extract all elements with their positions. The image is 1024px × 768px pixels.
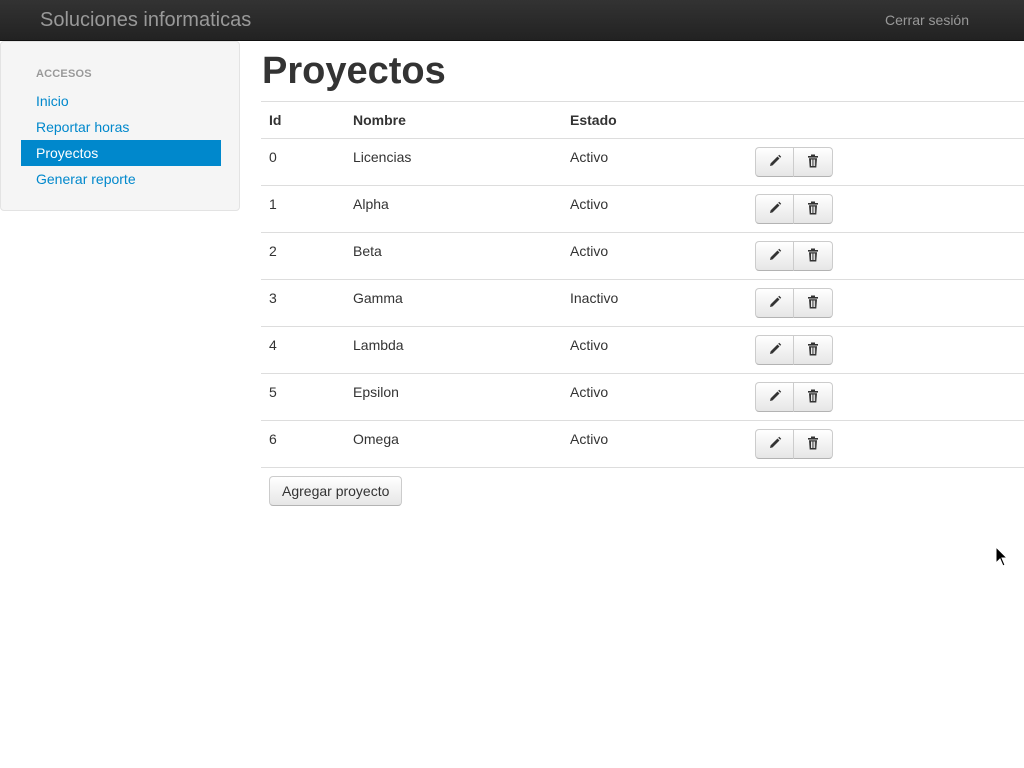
delete-button[interactable]: [794, 335, 833, 365]
cell-id: 2: [261, 232, 345, 280]
pencil-icon: [768, 295, 782, 312]
table-row: 5 Epsilon Activo: [261, 373, 1024, 421]
cell-id: 4: [261, 326, 345, 374]
delete-button[interactable]: [794, 194, 833, 224]
row-actions: [755, 429, 833, 459]
delete-button[interactable]: [794, 241, 833, 271]
pencil-icon: [768, 436, 782, 453]
page-title: Proyectos: [262, 50, 446, 92]
table-row: 6 Omega Activo: [261, 420, 1024, 468]
sidebar-item-generar-reporte[interactable]: Generar reporte: [21, 166, 221, 192]
logout-link[interactable]: Cerrar sesión: [885, 0, 969, 40]
pencil-icon: [768, 248, 782, 265]
cell-actions: [747, 138, 1024, 186]
sidebar: ACCESOS Inicio Reportar horas Proyectos …: [0, 41, 240, 211]
table-row: 4 Lambda Activo: [261, 326, 1024, 374]
edit-button[interactable]: [755, 147, 794, 177]
cell-name: Alpha: [345, 185, 562, 233]
projects-table: Id Nombre Estado 0 Licencias Activo 1 Alpha A…: [261, 101, 1024, 468]
trash-icon: [807, 342, 819, 359]
cell-id: 6: [261, 420, 345, 468]
edit-button[interactable]: [755, 429, 794, 459]
cell-actions: [747, 373, 1024, 421]
delete-button[interactable]: [794, 288, 833, 318]
navbar: Soluciones informaticas Cerrar sesión: [0, 0, 1024, 41]
trash-icon: [807, 295, 819, 312]
header-state: Estado: [562, 101, 747, 139]
cell-name: Epsilon: [345, 373, 562, 421]
mouse-cursor-icon: [995, 546, 1009, 567]
cell-id: 5: [261, 373, 345, 421]
row-actions: [755, 241, 833, 271]
edit-button[interactable]: [755, 288, 794, 318]
pencil-icon: [768, 201, 782, 218]
cell-state: Activo: [562, 138, 747, 186]
cell-name: Licencias: [345, 138, 562, 186]
table-row: 2 Beta Activo: [261, 232, 1024, 280]
nav-list: Inicio Reportar horas Proyectos Generar …: [21, 88, 221, 192]
edit-button[interactable]: [755, 241, 794, 271]
cell-name: Lambda: [345, 326, 562, 374]
row-actions: [755, 335, 833, 365]
row-actions: [755, 382, 833, 412]
sidebar-item-reportar-horas[interactable]: Reportar horas: [21, 114, 221, 140]
delete-button[interactable]: [794, 147, 833, 177]
sidebar-item-inicio[interactable]: Inicio: [21, 88, 221, 114]
cell-name: Gamma: [345, 279, 562, 327]
cell-actions: [747, 185, 1024, 233]
cell-id: 1: [261, 185, 345, 233]
row-actions: [755, 194, 833, 224]
row-actions: [755, 288, 833, 318]
cell-id: 0: [261, 138, 345, 186]
cell-state: Activo: [562, 326, 747, 374]
trash-icon: [807, 154, 819, 171]
cell-state: Activo: [562, 185, 747, 233]
trash-icon: [807, 389, 819, 406]
sidebar-item-proyectos[interactable]: Proyectos: [21, 140, 221, 166]
pencil-icon: [768, 389, 782, 406]
table-row: 1 Alpha Activo: [261, 185, 1024, 233]
nav-header: ACCESOS: [36, 68, 92, 80]
header-id: Id: [261, 101, 345, 139]
cell-actions: [747, 420, 1024, 468]
cell-state: Activo: [562, 420, 747, 468]
edit-button[interactable]: [755, 335, 794, 365]
add-project-button[interactable]: Agregar proyecto: [269, 476, 403, 506]
cell-name: Omega: [345, 420, 562, 468]
trash-icon: [807, 201, 819, 218]
pencil-icon: [768, 154, 782, 171]
header-actions: [747, 101, 1024, 139]
header-name: Nombre: [345, 101, 562, 139]
cell-state: Activo: [562, 232, 747, 280]
trash-icon: [807, 248, 819, 265]
table-row: 0 Licencias Activo: [261, 138, 1024, 186]
table-row: 3 Gamma Inactivo: [261, 279, 1024, 327]
pencil-icon: [768, 342, 782, 359]
cell-actions: [747, 279, 1024, 327]
brand[interactable]: Soluciones informaticas: [40, 0, 251, 40]
cell-id: 3: [261, 279, 345, 327]
delete-button[interactable]: [794, 382, 833, 412]
delete-button[interactable]: [794, 429, 833, 459]
row-actions: [755, 147, 833, 177]
table-header-row: Id Nombre Estado: [261, 101, 1024, 139]
trash-icon: [807, 436, 819, 453]
cell-name: Beta: [345, 232, 562, 280]
edit-button[interactable]: [755, 194, 794, 224]
cell-actions: [747, 232, 1024, 280]
cell-actions: [747, 326, 1024, 374]
cell-state: Inactivo: [562, 279, 747, 327]
edit-button[interactable]: [755, 382, 794, 412]
cell-state: Activo: [562, 373, 747, 421]
